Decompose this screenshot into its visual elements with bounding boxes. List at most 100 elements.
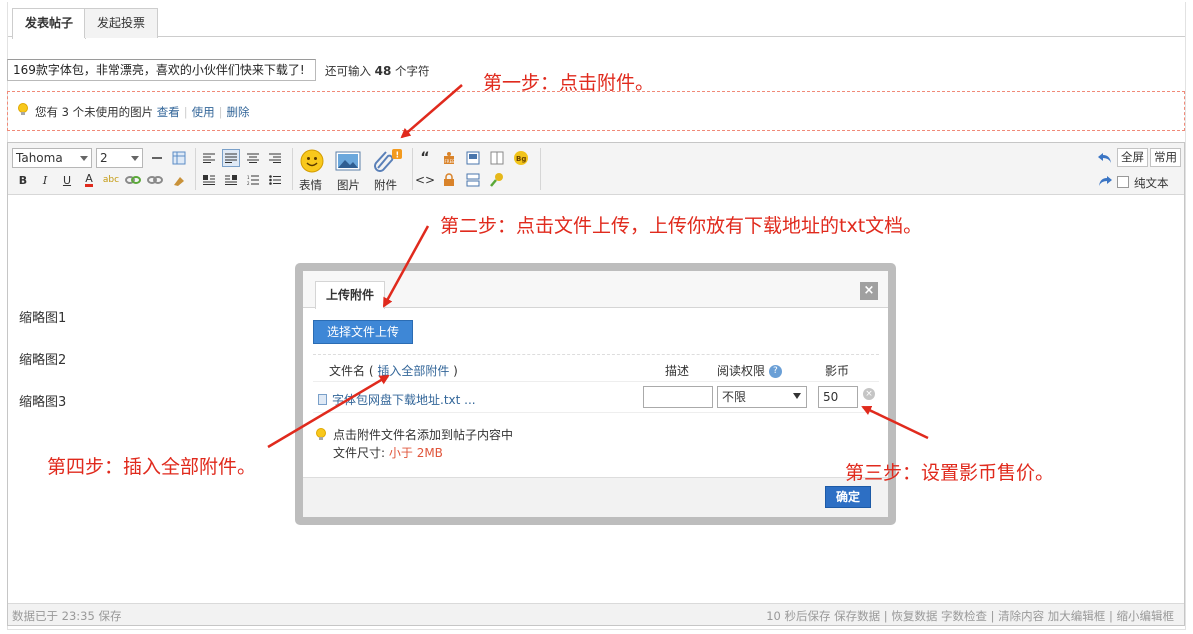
image-icon bbox=[335, 151, 361, 171]
post-tabs: 发表帖子 发起投票 bbox=[8, 6, 1185, 39]
attachment-button[interactable]: ! bbox=[373, 148, 403, 175]
attachment-perm-select[interactable]: 不限 bbox=[717, 386, 807, 408]
page-break-icon[interactable] bbox=[464, 171, 482, 189]
underline-icon[interactable]: U bbox=[58, 171, 76, 189]
svg-text:Bg: Bg bbox=[516, 155, 526, 163]
upload-dialog-frame: 上传附件 × 选择文件上传 文件名 ( 插入全部附件 ) 描述 阅读权限 ? 影… bbox=[295, 263, 896, 525]
columns-icon[interactable] bbox=[488, 149, 506, 167]
notice-text: 您有 3 个未使用的图片 bbox=[35, 105, 154, 119]
confirm-button[interactable]: 确定 bbox=[825, 486, 871, 508]
tip-size-label: 文件尺寸: bbox=[333, 446, 386, 460]
content-line: 缩略图3 bbox=[19, 395, 67, 410]
remove-attachment-icon[interactable]: × bbox=[863, 388, 875, 400]
attachment-filename: 字体包网盘下载地址.txt ... bbox=[332, 393, 476, 407]
font-family-select[interactable]: Tahoma bbox=[12, 148, 92, 168]
upload-dialog: 上传附件 × 选择文件上传 文件名 ( 插入全部附件 ) 描述 阅读权限 ? 影… bbox=[303, 271, 888, 517]
emoji-label: 表情 bbox=[299, 178, 322, 192]
col-price: 影币 bbox=[825, 364, 850, 378]
counter-suffix: 个字符 bbox=[395, 64, 430, 78]
unordered-list-icon[interactable] bbox=[266, 171, 284, 189]
tip-line: 点击附件文件名添加到帖子内容中 bbox=[333, 428, 514, 442]
svg-text:1: 1 bbox=[247, 175, 250, 180]
content-line: 缩略图1 bbox=[19, 311, 67, 326]
clear-format-icon[interactable] bbox=[170, 171, 188, 189]
dialog-header: 上传附件 × bbox=[303, 271, 888, 309]
font-size-select[interactable]: 2 bbox=[96, 148, 143, 168]
delete-images-link[interactable]: 删除 bbox=[227, 105, 250, 119]
tab-post-thread[interactable]: 发表帖子 bbox=[12, 8, 87, 39]
choose-file-button[interactable]: 选择文件上传 bbox=[313, 320, 413, 344]
media-icon[interactable] bbox=[464, 149, 482, 167]
plain-text-label: 纯文本 bbox=[1134, 176, 1169, 190]
dialog-tab-upload[interactable]: 上传附件 bbox=[315, 281, 386, 309]
editor-toolbar: Tahoma 2 B I U A abc 12 表情 图片 ! 附件 “ FRE… bbox=[8, 143, 1184, 195]
attachment-tip: 点击附件文件名添加到帖子内容中 文件尺寸: 小于 2MB bbox=[315, 426, 513, 462]
align-right-icon[interactable] bbox=[266, 149, 284, 167]
insert-all-attachments-link[interactable]: 插入全部附件 bbox=[377, 364, 449, 378]
font-family-value: Tahoma bbox=[16, 151, 63, 165]
annotation-step3: 第三步：设置影币售价。 bbox=[845, 462, 1055, 484]
float-right-icon[interactable] bbox=[222, 171, 240, 189]
col-filename: 文件名 ( 插入全部附件 ) bbox=[329, 364, 458, 378]
highlight-icon[interactable]: abc bbox=[102, 171, 120, 189]
bold-icon[interactable]: B bbox=[14, 171, 32, 189]
lightbulb-icon bbox=[18, 103, 28, 115]
common-tools-button[interactable]: 常用 bbox=[1150, 148, 1181, 167]
content-line: 缩略图2 bbox=[19, 353, 67, 368]
attachment-price-input[interactable]: 50 bbox=[818, 386, 858, 408]
image-label: 图片 bbox=[337, 178, 360, 192]
emoji-button[interactable] bbox=[300, 149, 324, 176]
annotation-step2: 第二步：点击文件上传，上传你放有下载地址的txt文档。 bbox=[440, 215, 923, 237]
password-icon[interactable] bbox=[488, 171, 506, 189]
font-color-icon[interactable]: A bbox=[80, 171, 98, 189]
view-images-link[interactable]: 查看 bbox=[157, 105, 180, 119]
free-icon[interactable]: FREE bbox=[440, 149, 458, 167]
redo-icon[interactable] bbox=[1096, 172, 1114, 190]
ordered-list-icon[interactable]: 12 bbox=[244, 171, 262, 189]
attachment-desc-input[interactable] bbox=[643, 386, 713, 408]
undo-icon[interactable] bbox=[1096, 149, 1114, 167]
col-filename-label: 文件名 bbox=[329, 364, 366, 378]
smiley-icon bbox=[300, 149, 324, 173]
help-icon[interactable]: ? bbox=[768, 365, 782, 378]
annotation-step1: 第一步：点击附件。 bbox=[483, 72, 655, 94]
table-icon[interactable] bbox=[170, 149, 188, 167]
tip-size: 文件尺寸: 小于 2MB bbox=[315, 444, 513, 462]
image-button[interactable] bbox=[335, 151, 361, 174]
use-images-link[interactable]: 使用 bbox=[192, 105, 215, 119]
annotation-step4: 第四步：插入全部附件。 bbox=[47, 456, 257, 478]
attachment-perm-value: 不限 bbox=[722, 390, 747, 404]
svg-text:2: 2 bbox=[247, 181, 250, 185]
paperclip-icon: ! bbox=[374, 149, 402, 172]
editor-statusbar: 数据已于 23:35 保存 10 秒后保存 保存数据 | 恢复数据 字数检查 |… bbox=[8, 603, 1184, 625]
background-icon[interactable]: Bg bbox=[512, 149, 530, 167]
tab-start-poll[interactable]: 发起投票 bbox=[84, 8, 159, 38]
subject-input[interactable]: 169款字体包，非常漂亮，喜欢的小伙伴们快来下载了! bbox=[7, 59, 316, 81]
svg-text:!: ! bbox=[396, 151, 400, 160]
horizontal-rule-icon[interactable] bbox=[148, 149, 166, 167]
fullscreen-button[interactable]: 全屏 bbox=[1117, 148, 1148, 167]
align-left-icon[interactable] bbox=[200, 149, 218, 167]
link-icon[interactable] bbox=[124, 171, 142, 189]
svg-text:FREE: FREE bbox=[445, 159, 456, 164]
unlink-icon[interactable] bbox=[146, 171, 164, 189]
font-size-value: 2 bbox=[100, 151, 108, 165]
align-justify-icon[interactable] bbox=[222, 149, 240, 167]
float-left-icon[interactable] bbox=[200, 171, 218, 189]
char-counter: 还可输入 48 个字符 bbox=[325, 63, 430, 79]
close-icon[interactable]: × bbox=[860, 282, 878, 300]
italic-icon[interactable]: I bbox=[36, 171, 54, 189]
unused-images-notice: 您有 3 个未使用的图片 查看 | 使用 | 删除 bbox=[7, 91, 1185, 131]
plain-text-checkbox[interactable] bbox=[1117, 176, 1129, 188]
autosave-status: 数据已于 23:35 保存 bbox=[12, 609, 122, 623]
col-perm-label: 阅读权限 bbox=[717, 364, 766, 378]
code-icon[interactable]: <> bbox=[415, 171, 435, 189]
hide-content-icon[interactable] bbox=[440, 171, 458, 189]
attachment-file-link[interactable]: 字体包网盘下载地址.txt ... bbox=[318, 391, 476, 408]
statusbar-actions[interactable]: 10 秒后保存 保存数据 | 恢复数据 字数检查 | 清除内容 加大编辑框 | … bbox=[766, 608, 1174, 624]
file-icon bbox=[318, 394, 327, 405]
counter-value: 48 bbox=[374, 64, 392, 78]
align-center-icon[interactable] bbox=[244, 149, 262, 167]
attachment-label: 附件 bbox=[374, 178, 397, 192]
quote-icon[interactable]: “ bbox=[416, 149, 434, 167]
